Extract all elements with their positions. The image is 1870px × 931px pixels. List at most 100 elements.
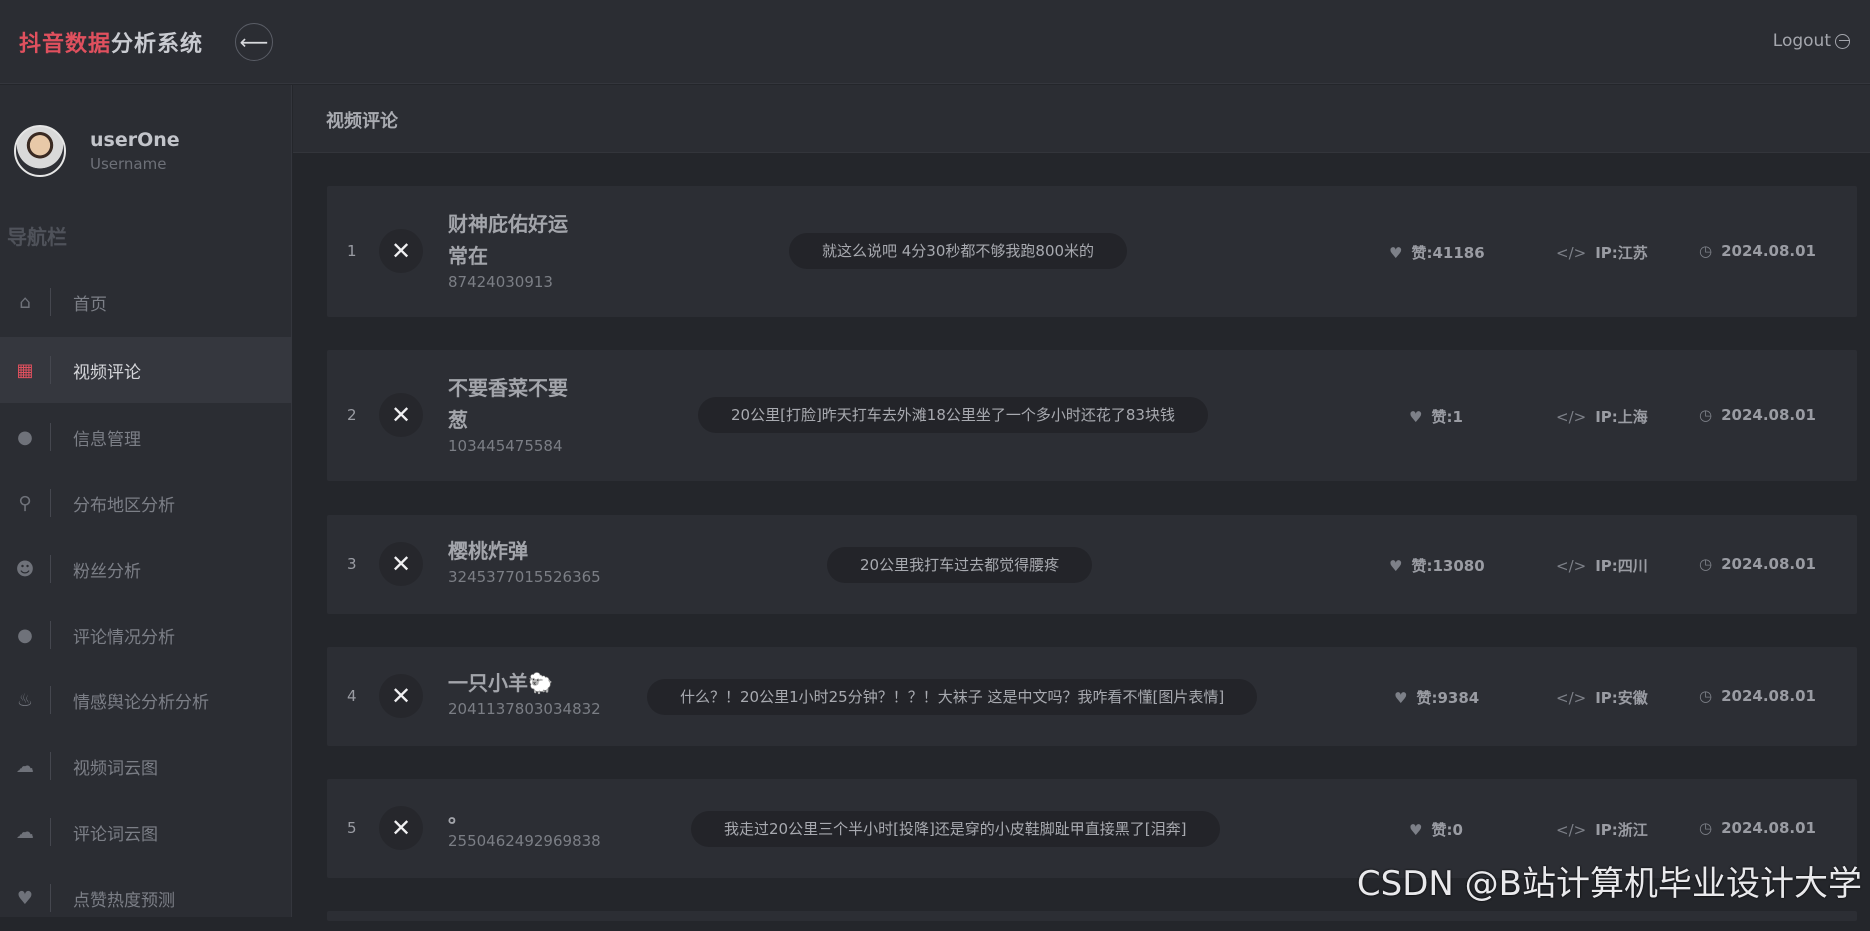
brand-rest: 分析系统 [111, 32, 203, 57]
ip-location: </>IP:安徽 [1556, 687, 1648, 708]
comment-icon: ● [0, 625, 50, 646]
code-icon: </> [1556, 244, 1586, 262]
sidebar-item-label: 粉丝分析 [73, 557, 141, 582]
row-index: 2 [347, 406, 357, 424]
home-icon: ⌂ [0, 292, 50, 313]
top-bar: 抖音数据分析系统 ⟵ Logout [0, 0, 1870, 84]
sidebar-item-label: 点赞热度预测 [73, 886, 175, 911]
user-nickname: 。 [448, 799, 648, 831]
delete-button[interactable]: ✕ [379, 229, 423, 273]
like-count: ♥赞:0 [1409, 819, 1463, 840]
sidebar-item-label: 视频评论 [73, 358, 141, 383]
logout-icon [1835, 34, 1850, 49]
sidebar-item-region[interactable]: ⚲ 分布地区分析 [0, 470, 292, 536]
row-index: 4 [347, 687, 357, 705]
sidebar-item-label: 评论情况分析 [73, 623, 175, 648]
sidebar-item-info-management[interactable]: ● 信息管理 [0, 404, 292, 470]
user-id: 103445475584 [448, 437, 568, 455]
clock-icon: ◷ [1699, 242, 1712, 260]
delete-button[interactable]: ✕ [379, 806, 423, 850]
grid-icon: ▦ [0, 360, 50, 381]
user-profile: userOne Username [14, 125, 180, 177]
sidebar-item-home[interactable]: ⌂ 首页 [0, 269, 292, 335]
clock-icon: ◷ [1699, 819, 1712, 837]
user-id: 2550462492969838 [448, 832, 648, 850]
comment-row: 4 ✕ 一只小羊🐑 2041137803034832 什么？！20公里1小时25… [327, 647, 1857, 746]
brand-accent: 抖音数据 [19, 32, 111, 57]
sidebar-item-sentiment[interactable]: ♨ 情感舆论分析分析 [0, 667, 292, 733]
user-nickname: 一只小羊🐑 [448, 667, 648, 699]
like-count: ♥赞:9384 [1394, 687, 1479, 708]
code-icon: </> [1556, 408, 1586, 426]
comment-row: 1 ✕ 财神庇佑好运常在 87424030913 就这么说吧 4分30秒都不够我… [327, 186, 1857, 317]
comment-date: ◷2024.08.01 [1699, 555, 1816, 573]
code-icon: </> [1556, 689, 1586, 707]
comment-text: 就这么说吧 4分30秒都不够我跑800米的 [789, 233, 1127, 269]
like-count: ♥赞:13080 [1389, 555, 1485, 576]
fire-icon: ♨ [0, 690, 50, 711]
sidebar: userOne Username 导航栏 ⌂ 首页 ▦ 视频评论 ● 信息管理 … [0, 85, 292, 917]
user-nickname: 不要香菜不要葱 [448, 372, 568, 436]
close-icon: ✕ [391, 814, 411, 842]
sidebar-item-label: 评论词云图 [73, 820, 158, 845]
sidebar-item-fans[interactable]: ☻ 粉丝分析 [0, 536, 292, 602]
heart-icon: ♥ [1409, 821, 1422, 839]
watermark: CSDN @B站计算机毕业设计大学 [1357, 856, 1862, 905]
sidebar-item-label: 视频词云图 [73, 754, 158, 779]
comment-date: ◷2024.08.01 [1699, 406, 1816, 424]
close-icon: ✕ [391, 401, 411, 429]
delete-button[interactable]: ✕ [379, 674, 423, 718]
sidebar-item-video-wordcloud[interactable]: ☁ 视频词云图 [0, 733, 292, 799]
comment-date: ◷2024.08.01 [1699, 687, 1816, 705]
cloud-icon: ☁ [0, 756, 50, 777]
avatar [14, 125, 66, 177]
sidebar-item-like-prediction[interactable]: ♥ 点赞热度预测 [0, 865, 292, 931]
clock-icon: ◷ [1699, 555, 1712, 573]
back-button[interactable]: ⟵ [235, 23, 273, 61]
comment-text: 什么？！20公里1小时25分钟？！？！大袜子 这是中文吗？我咋看不懂[图片表情] [647, 679, 1257, 715]
like-count: ♥赞:41186 [1389, 242, 1485, 263]
sidebar-item-comment-analysis[interactable]: ● 评论情况分析 [0, 602, 292, 668]
row-index: 5 [347, 819, 357, 837]
map-pin-icon: ⚲ [0, 493, 50, 514]
sidebar-item-label: 分布地区分析 [73, 491, 175, 516]
heart-icon: ♥ [1389, 244, 1402, 262]
comment-row: 3 ✕ 樱桃炸弹 3245377015526365 20公里我打车过去都觉得腰疼… [327, 515, 1857, 614]
page-title: 视频评论 [293, 85, 1870, 153]
comment-text: 我走过20公里三个半小时[投降]还是穿的小皮鞋脚趾甲直接黑了[泪奔] [691, 811, 1220, 847]
clock-icon: ◷ [1699, 406, 1712, 424]
logout-label: Logout [1773, 31, 1831, 51]
user-nickname: 樱桃炸弹 [448, 535, 648, 567]
ip-location: </>IP:四川 [1556, 555, 1648, 576]
sidebar-item-comment-wordcloud[interactable]: ☁ 评论词云图 [0, 799, 292, 865]
heart-icon: ♥ [1389, 557, 1402, 575]
delete-button[interactable]: ✕ [379, 542, 423, 586]
row-index: 3 [347, 555, 357, 573]
sidebar-item-label: 信息管理 [73, 425, 141, 450]
ip-location: </>IP:江苏 [1556, 242, 1648, 263]
sidebar-item-label: 情感舆论分析分析 [73, 688, 209, 713]
comment-row: 2 ✕ 不要香菜不要葱 103445475584 20公里[打脸]昨天打车去外滩… [327, 350, 1857, 481]
delete-button[interactable]: ✕ [379, 393, 423, 437]
user-id: 3245377015526365 [448, 568, 648, 586]
user-name: userOne [90, 129, 180, 151]
nav-title: 导航栏 [7, 221, 67, 250]
code-icon: </> [1556, 557, 1586, 575]
user-nickname: 财神庇佑好运常在 [448, 208, 568, 272]
comment-text: 20公里[打脸]昨天打车去外滩18公里坐了一个多小时还花了83块钱 [698, 397, 1208, 433]
user-role: Username [90, 155, 180, 173]
main-content: 视频评论 1 ✕ 财神庇佑好运常在 87424030913 就这么说吧 4分30… [293, 85, 1870, 917]
logout-button[interactable]: Logout [1773, 31, 1850, 51]
heart-icon: ♥ [1394, 689, 1407, 707]
ip-location: </>IP:浙江 [1556, 819, 1648, 840]
comment-date: ◷2024.08.01 [1699, 242, 1816, 260]
row-index: 1 [347, 242, 357, 260]
code-icon: </> [1556, 821, 1586, 839]
user-id: 2041137803034832 [448, 700, 648, 718]
cloud-icon: ☁ [0, 822, 50, 843]
clock-icon: ◷ [1699, 687, 1712, 705]
heart-icon: ♥ [0, 888, 50, 909]
like-count: ♥赞:1 [1409, 406, 1463, 427]
heart-icon: ♥ [1409, 408, 1422, 426]
sidebar-item-video-comments[interactable]: ▦ 视频评论 [0, 337, 292, 403]
